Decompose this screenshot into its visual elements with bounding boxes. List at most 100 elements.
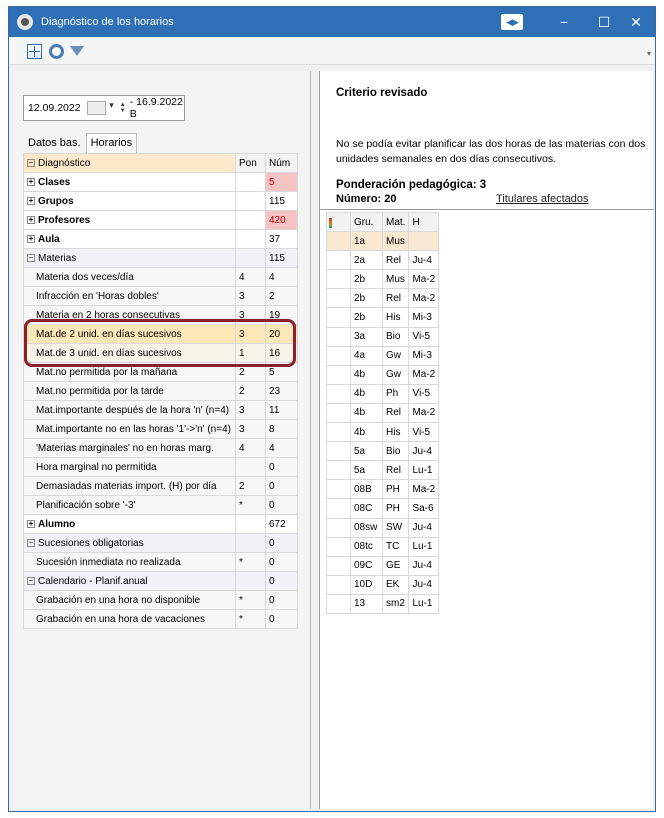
num-cell[interactable]: 0 [265,590,298,610]
close-button[interactable]: ✕ [613,7,659,37]
num-cell[interactable]: 672 [265,514,298,534]
h-cell[interactable]: Lu-1 [408,593,440,614]
mat-cell[interactable]: Mus [381,231,410,252]
num-cell[interactable]: 0 [265,571,298,591]
table-row[interactable]: − Materias 115 [23,248,298,268]
gru-cell[interactable]: 3a [350,326,383,347]
table-row[interactable]: + Grupos 115 [23,191,298,211]
settings-icon[interactable] [49,44,64,59]
h-cell[interactable]: Lu-1 [408,536,440,557]
table-row[interactable]: + Profesores 420 [23,210,298,230]
mat-cell[interactable]: EK [381,574,410,595]
table-row[interactable]: 4b Ph Vi-5 [326,383,440,404]
table-row[interactable]: − Calendario - Planif.anual 0 [23,571,298,591]
table-row[interactable]: 5a Rel Lu-1 [326,460,440,481]
gru-cell[interactable]: 4a [350,345,383,366]
h-cell[interactable]: Ma-2 [408,364,440,385]
h-cell[interactable]: Sa-6 [408,498,440,519]
pon-cell[interactable]: 3 [235,286,266,306]
diagnostico-cell[interactable]: + Profesores [23,210,236,230]
gru-cell[interactable]: 10D [350,574,383,595]
date-range-selector[interactable]: 12.09.2022 ▲▼ - 16.9.2022 B [23,95,185,121]
table-row[interactable]: 2b His Mi-3 [326,307,440,328]
pon-cell[interactable] [235,210,266,230]
mat-cell[interactable]: Rel [381,288,410,309]
swap-panels-icon[interactable]: ◀▶ [501,14,523,30]
gru-cell[interactable]: 5a [350,441,383,462]
table-row[interactable]: 08C PH Sa-6 [326,498,440,519]
column-header-diagnostico[interactable]: − Diagnóstico [23,153,236,173]
table-row[interactable]: + Clases 5 [23,172,298,192]
table-row[interactable]: 13 sm2 Lu-1 [326,593,440,614]
h-cell[interactable] [408,231,440,252]
table-row[interactable]: 09C GE Ju-4 [326,555,440,576]
h-cell[interactable]: Ju-4 [408,574,440,595]
table-row[interactable]: 08sw SW Ju-4 [326,517,440,538]
pon-cell[interactable] [235,229,266,249]
gru-cell[interactable]: 08C [350,498,383,519]
date-field[interactable]: 12.09.2022 [28,102,81,114]
mat-cell[interactable]: Mus [381,269,410,290]
num-cell[interactable]: 4 [265,267,298,287]
diagnostico-cell[interactable]: Materia en 2 horas consecutivas [23,305,236,325]
collapse-icon[interactable]: − [27,253,35,262]
table-row[interactable]: 08tc TC Lu-1 [326,536,440,557]
diagnostico-cell[interactable]: − Materias [23,248,236,268]
column-header-mat[interactable]: Mat. [381,211,410,233]
gru-cell[interactable]: 4b [350,422,383,443]
pon-cell[interactable]: 4 [235,438,266,458]
column-header-pon[interactable]: Pon [235,153,266,173]
h-cell[interactable]: Ju-4 [408,517,440,538]
gru-cell[interactable]: 4b [350,364,383,385]
num-cell[interactable]: 16 [265,343,298,363]
column-header-h[interactable]: H [408,211,440,233]
diagnostico-cell[interactable]: Mat.importante después de la hora 'n' (n… [23,400,236,420]
num-cell[interactable]: 2 [265,286,298,306]
gru-cell[interactable]: 08B [350,479,383,500]
grid-icon[interactable] [27,44,42,59]
pon-cell[interactable]: 4 [235,267,266,287]
table-row[interactable]: 5a Bio Ju-4 [326,441,440,462]
pon-cell[interactable] [235,172,266,192]
mat-cell[interactable]: Rel [381,250,410,271]
table-row[interactable]: 08B PH Ma-2 [326,479,440,500]
pon-cell[interactable]: 2 [235,362,266,382]
diagnostico-cell[interactable]: Planificación sobre '-3' [23,495,236,515]
table-row[interactable]: Hora marginal no permitida 0 [23,457,298,477]
mat-cell[interactable]: SW [381,517,410,538]
pon-cell[interactable]: * [235,495,266,515]
toolbar-overflow-icon[interactable]: ▾ [647,49,651,58]
expand-icon[interactable]: + [27,234,35,243]
h-cell[interactable]: Vi-5 [408,383,440,404]
diagnostico-cell[interactable]: − Calendario - Planif.anual [23,571,236,591]
num-cell[interactable]: 0 [265,495,298,515]
gru-cell[interactable]: 2b [350,307,383,328]
table-row[interactable]: Mat.no permitida por la mañana 2 5 [23,362,298,382]
h-cell[interactable]: Ju-4 [408,250,440,271]
diagnostico-cell[interactable]: Hora marginal no permitida [23,457,236,477]
diagnostico-cell[interactable]: Grabación en una hora de vacaciones [23,609,236,629]
table-row[interactable]: Mat.importante no en las horas '1'->'n' … [23,419,298,439]
pon-cell[interactable]: 3 [235,324,266,344]
expand-icon[interactable]: + [27,519,35,528]
num-cell[interactable]: 8 [265,419,298,439]
table-row[interactable]: 4b Gw Ma-2 [326,364,440,385]
table-row[interactable]: Grabación en una hora de vacaciones * 0 [23,609,298,629]
diagnostico-cell[interactable]: Mat.importante no en las horas '1'->'n' … [23,419,236,439]
table-row[interactable]: + Aula 37 [23,229,298,249]
h-cell[interactable]: Vi-5 [408,422,440,443]
h-cell[interactable]: Ma-2 [408,288,440,309]
filter-icon[interactable] [70,46,84,56]
pon-cell[interactable] [235,191,266,211]
num-cell[interactable]: 0 [265,457,298,477]
gru-cell[interactable]: 5a [350,460,383,481]
diagnostico-cell[interactable]: + Clases [23,172,236,192]
expand-icon[interactable]: + [27,177,35,186]
gru-cell[interactable]: 4b [350,402,383,424]
expand-icon[interactable]: + [27,196,35,205]
table-row[interactable]: Materia dos veces/día 4 4 [23,267,298,287]
diagnostico-cell[interactable]: Materia dos veces/día [23,267,236,287]
gru-cell[interactable]: 08tc [350,536,383,557]
h-cell[interactable]: Ju-4 [408,441,440,462]
table-row[interactable]: Mat.importante después de la hora 'n' (n… [23,400,298,420]
